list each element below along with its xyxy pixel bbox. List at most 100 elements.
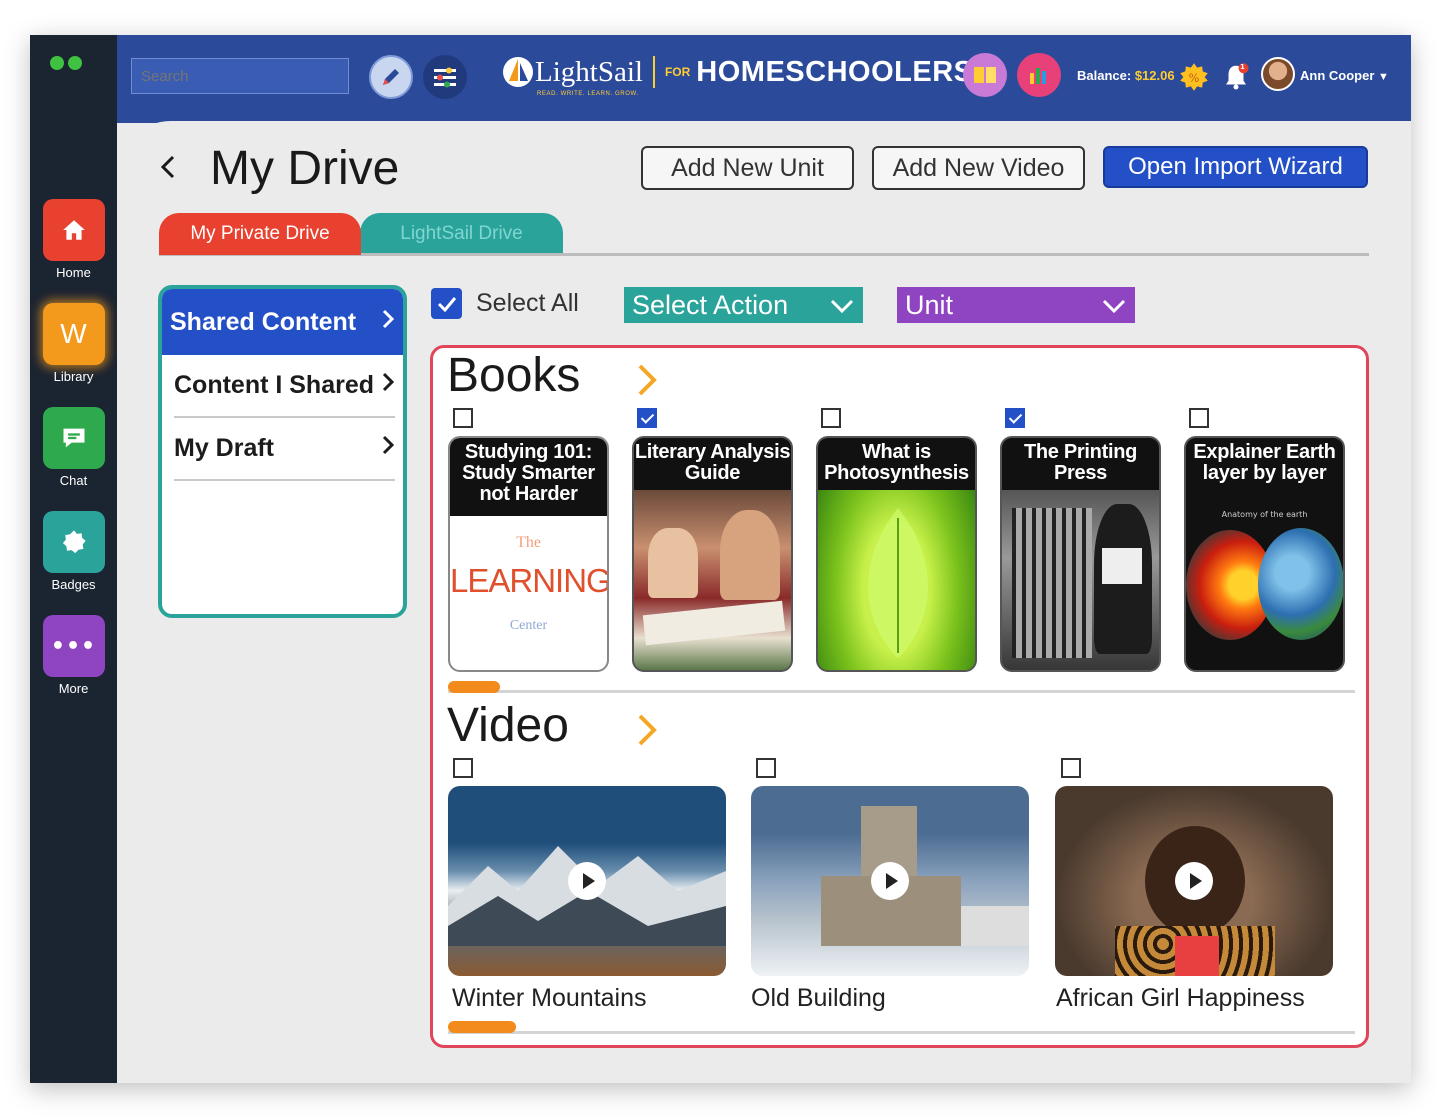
cover-the: The xyxy=(516,534,541,551)
nav-item-content-i-shared[interactable]: Content I Shared xyxy=(174,355,395,418)
rail-label: Library xyxy=(53,369,94,384)
stats-chart-icon[interactable] xyxy=(1017,53,1061,97)
video-caption: Winter Mountains xyxy=(452,984,647,1012)
book-card[interactable]: Studying 101: Study Smarter not Harder T… xyxy=(448,436,609,672)
book-checkbox[interactable] xyxy=(1005,408,1025,428)
select-action-dropdown[interactable]: Select Action xyxy=(624,287,863,323)
book-card[interactable]: What is Photosynthesis xyxy=(816,436,977,672)
nav-label: My Draft xyxy=(174,434,275,462)
rail-label: Chat xyxy=(59,473,88,488)
dropdown-label: Unit xyxy=(905,289,954,320)
cover-subtitle: Anatomy of the earth xyxy=(1221,510,1308,519)
badge-icon xyxy=(42,511,105,573)
more-icon: ••• xyxy=(42,615,105,677)
play-icon[interactable] xyxy=(871,862,909,900)
book-title: What is Photosynthesis xyxy=(824,441,969,484)
content-area: Books Studying 101: Study Smarter not Ha… xyxy=(430,345,1369,1048)
user-name: Ann Cooper xyxy=(1300,68,1375,83)
rail-item-more[interactable]: ••• More xyxy=(30,615,117,696)
logo-for: FOR xyxy=(664,65,691,79)
book-title: Studying 101: Study Smarter not Harder xyxy=(462,441,595,505)
checkmark-icon xyxy=(431,288,462,319)
video-checkbox[interactable] xyxy=(453,758,473,778)
open-import-wizard-button[interactable]: Open Import Wizard xyxy=(1103,146,1368,188)
videos-scrollbar[interactable] xyxy=(448,1031,1355,1034)
bell-icon[interactable]: 1 xyxy=(1221,62,1251,96)
book-title: Literary Analysis Guide xyxy=(634,441,791,484)
book-card[interactable]: The Printing Press xyxy=(1000,436,1161,672)
pencil-tool-icon[interactable] xyxy=(369,55,413,99)
books-scroll-thumb[interactable] xyxy=(448,681,500,693)
tab-my-private-drive[interactable]: My Private Drive xyxy=(159,213,361,255)
settings-sliders-icon[interactable] xyxy=(423,55,467,99)
user-menu[interactable]: Ann Cooper ▼ xyxy=(1300,68,1389,83)
cover-center: Center xyxy=(509,618,548,633)
page-title: My Drive xyxy=(210,142,400,195)
chevron-down-icon xyxy=(829,290,855,321)
video-section-title: Video xyxy=(447,699,569,752)
play-icon[interactable] xyxy=(1175,862,1213,900)
play-icon[interactable] xyxy=(568,862,606,900)
book-title: The Printing Press xyxy=(1023,441,1138,484)
rail-label: More xyxy=(58,681,89,696)
notification-count: 1 xyxy=(1240,63,1245,71)
book-title: Explainer Earth layer by layer xyxy=(1193,441,1336,484)
w-icon: W xyxy=(42,303,105,365)
add-new-video-button[interactable]: Add New Video xyxy=(872,146,1085,190)
select-all-checkbox[interactable]: Select All xyxy=(431,288,579,319)
logo-product: HOMESCHOOLERS xyxy=(696,55,974,88)
book-card[interactable]: Explainer Earth layer by layer Anatomy o… xyxy=(1184,436,1345,672)
rail-label: Badges xyxy=(51,577,96,592)
window-dots xyxy=(50,55,86,74)
chevron-down-icon: ▼ xyxy=(1378,71,1389,83)
book-checkbox[interactable] xyxy=(821,408,841,428)
logo-tagline: READ. WRITE. LEARN. GROW. xyxy=(537,91,639,97)
books-section-title: Books xyxy=(447,349,581,402)
coin-badge-icon: % xyxy=(1179,62,1209,96)
rail-item-library[interactable]: W Library xyxy=(30,303,117,384)
book-checkbox[interactable] xyxy=(1189,408,1209,428)
book-reading-icon[interactable] xyxy=(963,53,1007,97)
app-window: Home W Library Chat Badges ••• More Sear… xyxy=(30,35,1411,1083)
rail-label: Home xyxy=(56,265,91,280)
balance-display: Balance: $12.06 xyxy=(1077,68,1175,83)
video-caption: Old Building xyxy=(751,984,886,1012)
video-thumbnail[interactable] xyxy=(751,786,1029,976)
rail-item-badges[interactable]: Badges xyxy=(30,511,117,592)
chevron-right-icon xyxy=(381,371,395,400)
back-arrow-icon[interactable] xyxy=(159,153,177,188)
select-all-label: Select All xyxy=(476,289,579,317)
video-expand-arrow-icon[interactable] xyxy=(636,712,658,752)
video-checkbox[interactable] xyxy=(756,758,776,778)
balance-label: Balance: xyxy=(1077,68,1132,83)
book-card[interactable]: Literary Analysis Guide xyxy=(632,436,793,672)
tab-lightsail-drive[interactable]: LightSail Drive xyxy=(360,213,563,255)
nav-item-shared-content[interactable]: Shared Content xyxy=(162,289,403,355)
nav-item-my-draft[interactable]: My Draft xyxy=(174,418,395,481)
drive-nav: Shared Content Content I Shared My Draft xyxy=(158,285,407,618)
video-thumbnail[interactable] xyxy=(1055,786,1333,976)
svg-text:%: % xyxy=(1189,72,1200,85)
cover-word: LEARNING xyxy=(450,562,609,599)
balance-value: $12.06 xyxy=(1134,68,1175,83)
video-checkbox[interactable] xyxy=(1061,758,1081,778)
dropdown-label: Select Action xyxy=(632,289,789,320)
book-checkbox[interactable] xyxy=(637,408,657,428)
videos-scroll-thumb[interactable] xyxy=(448,1021,516,1033)
book-checkbox[interactable] xyxy=(453,408,473,428)
rail-item-chat[interactable]: Chat xyxy=(30,407,117,488)
add-new-unit-button[interactable]: Add New Unit xyxy=(641,146,854,190)
search-input[interactable] xyxy=(131,58,349,94)
books-scrollbar[interactable] xyxy=(448,690,1355,693)
books-expand-arrow-icon[interactable] xyxy=(636,362,658,402)
top-bar: LightSail READ. WRITE. LEARN. GROW. FOR … xyxy=(117,35,1411,123)
chevron-right-icon xyxy=(381,308,395,337)
chat-icon xyxy=(42,407,105,469)
video-caption: African Girl Happiness xyxy=(1056,984,1305,1012)
rail-item-home[interactable]: Home xyxy=(30,199,117,280)
unit-dropdown[interactable]: Unit xyxy=(897,287,1135,323)
sail-icon xyxy=(503,57,533,87)
video-thumbnail[interactable] xyxy=(448,786,726,976)
avatar[interactable] xyxy=(1261,57,1295,91)
nav-label: Shared Content xyxy=(170,307,357,336)
